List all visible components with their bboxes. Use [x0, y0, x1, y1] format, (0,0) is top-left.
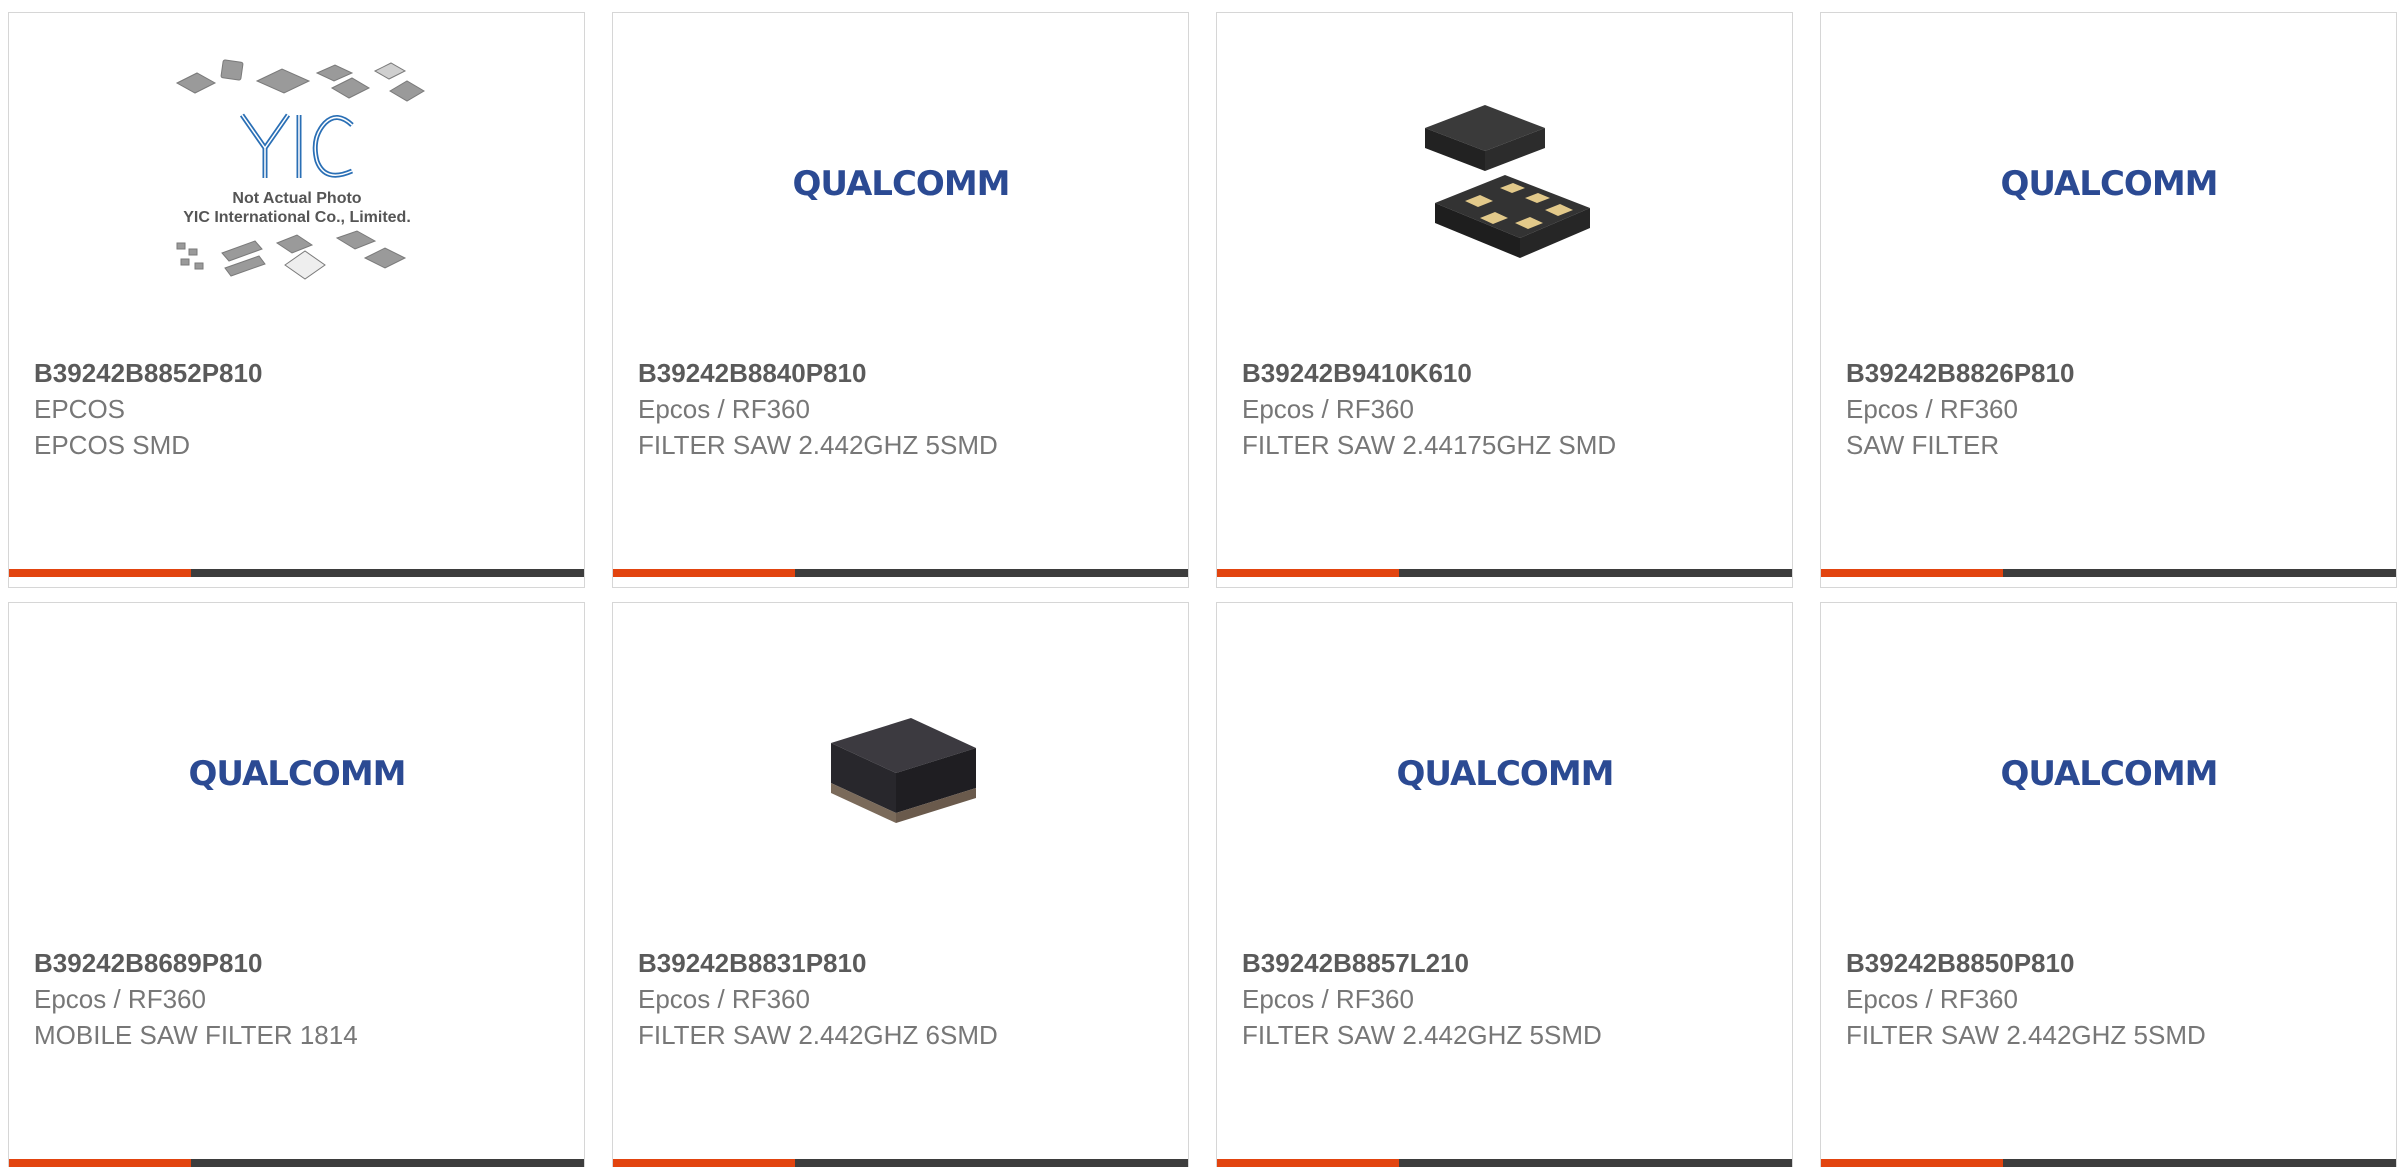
product-image[interactable]: QUALCOMM	[1821, 13, 2396, 353]
card-bottom-bar	[1821, 569, 2396, 577]
part-number[interactable]: B39242B8840P810	[638, 355, 1168, 391]
part-number[interactable]: B39242B8826P810	[1846, 355, 2376, 391]
product-info: B39242B8826P810 Epcos / RF360 SAW FILTER	[1846, 355, 2376, 463]
product-card[interactable]: QUALCOMM B39242B8857L210 Epcos / RF360 F…	[1216, 602, 1793, 1167]
card-bottom-bar	[1821, 1159, 2396, 1167]
product-card[interactable]: B39242B9410K610 Epcos / RF360 FILTER SAW…	[1216, 12, 1793, 588]
product-info: B39242B8831P810 Epcos / RF360 FILTER SAW…	[638, 945, 1168, 1053]
product-image[interactable]	[1217, 13, 1792, 353]
smd-block-image	[830, 718, 976, 823]
description: SAW FILTER	[1846, 430, 2000, 460]
manufacturer: Epcos / RF360	[34, 984, 206, 1014]
card-accent-bar	[1217, 1159, 1399, 1167]
card-bottom-bar	[1217, 569, 1792, 577]
part-number[interactable]: B39242B9410K610	[1242, 355, 1772, 391]
product-image[interactable]: QUALCOMM	[9, 603, 584, 943]
card-bottom-bar	[9, 569, 584, 577]
manufacturer: Epcos / RF360	[1846, 984, 2018, 1014]
svg-text:QUALCOMM: QUALCOMM	[792, 164, 1009, 204]
svg-text:QUALCOMM: QUALCOMM	[188, 754, 405, 794]
qualcomm-logo: QUALCOMM	[2000, 164, 2218, 204]
card-accent-bar	[9, 569, 191, 577]
product-card[interactable]: Not Actual Photo YIC International Co., …	[8, 12, 585, 588]
product-card[interactable]: QUALCOMM B39242B8826P810 Epcos / RF360 S…	[1820, 12, 2397, 588]
product-card[interactable]: QUALCOMM B39242B8840P810 Epcos / RF360 F…	[612, 12, 1189, 588]
card-accent-bar	[613, 569, 795, 577]
part-number[interactable]: B39242B8852P810	[34, 355, 564, 391]
description: FILTER SAW 2.44175GHZ SMD	[1242, 430, 1617, 460]
part-number[interactable]: B39242B8857L210	[1242, 945, 1772, 981]
placeholder-line1: Not Actual Photo	[232, 190, 361, 207]
svg-text:QUALCOMM: QUALCOMM	[2000, 164, 2217, 204]
manufacturer: Epcos / RF360	[1242, 394, 1414, 424]
product-card[interactable]: B39242B8831P810 Epcos / RF360 FILTER SAW…	[612, 602, 1189, 1167]
product-info: B39242B8850P810 Epcos / RF360 FILTER SAW…	[1846, 945, 2376, 1053]
product-image[interactable]: Not Actual Photo YIC International Co., …	[9, 13, 584, 353]
part-number[interactable]: B39242B8850P810	[1846, 945, 2376, 981]
qualcomm-logo: QUALCOMM	[188, 754, 406, 794]
description: EPCOS SMD	[34, 430, 191, 460]
product-image[interactable]: QUALCOMM	[1217, 603, 1792, 943]
part-number[interactable]: B39242B8831P810	[638, 945, 1168, 981]
product-info: B39242B9410K610 Epcos / RF360 FILTER SAW…	[1242, 355, 1772, 463]
product-card[interactable]: QUALCOMM B39242B8850P810 Epcos / RF360 F…	[1820, 602, 2397, 1167]
product-info: B39242B8840P810 Epcos / RF360 FILTER SAW…	[638, 355, 1168, 463]
card-accent-bar	[613, 1159, 795, 1167]
svg-text:QUALCOMM: QUALCOMM	[2000, 754, 2217, 794]
qualcomm-logo: QUALCOMM	[792, 164, 1010, 204]
manufacturer: Epcos / RF360	[638, 394, 810, 424]
manufacturer: Epcos / RF360	[638, 984, 810, 1014]
qualcomm-logo: QUALCOMM	[2000, 754, 2218, 794]
manufacturer: Epcos / RF360	[1242, 984, 1414, 1014]
card-accent-bar	[1217, 569, 1399, 577]
yic-placeholder-image: Not Actual Photo YIC International Co., …	[175, 59, 425, 280]
product-info: B39242B8689P810 Epcos / RF360 MOBILE SAW…	[34, 945, 564, 1053]
qualcomm-logo: QUALCOMM	[1396, 754, 1614, 794]
card-accent-bar	[1821, 1159, 2003, 1167]
part-number[interactable]: B39242B8689P810	[34, 945, 564, 981]
card-bottom-bar	[613, 1159, 1188, 1167]
description: FILTER SAW 2.442GHZ 5SMD	[638, 430, 998, 460]
description: MOBILE SAW FILTER 1814	[34, 1020, 358, 1050]
card-bottom-bar	[1217, 1159, 1792, 1167]
product-grid: Not Actual Photo YIC International Co., …	[8, 12, 2400, 1167]
product-info: B39242B8852P810 EPCOS EPCOS SMD	[34, 355, 564, 463]
card-bottom-bar	[9, 1159, 584, 1167]
product-card[interactable]: QUALCOMM B39242B8689P810 Epcos / RF360 M…	[8, 602, 585, 1167]
description: FILTER SAW 2.442GHZ 5SMD	[1846, 1020, 2206, 1050]
product-info: B39242B8857L210 Epcos / RF360 FILTER SAW…	[1242, 945, 1772, 1053]
card-bottom-bar	[613, 569, 1188, 577]
smd-package-image	[1424, 105, 1590, 258]
card-accent-bar	[9, 1159, 191, 1167]
manufacturer: Epcos / RF360	[1846, 394, 2018, 424]
placeholder-line2: YIC International Co., Limited.	[183, 209, 411, 226]
description: FILTER SAW 2.442GHZ 6SMD	[638, 1020, 998, 1050]
product-image[interactable]: QUALCOMM	[613, 13, 1188, 353]
manufacturer: EPCOS	[34, 394, 126, 424]
description: FILTER SAW 2.442GHZ 5SMD	[1242, 1020, 1602, 1050]
card-accent-bar	[1821, 569, 2003, 577]
product-image[interactable]: QUALCOMM	[1821, 603, 2396, 943]
svg-text:QUALCOMM: QUALCOMM	[1396, 754, 1613, 794]
product-image[interactable]	[613, 603, 1188, 943]
